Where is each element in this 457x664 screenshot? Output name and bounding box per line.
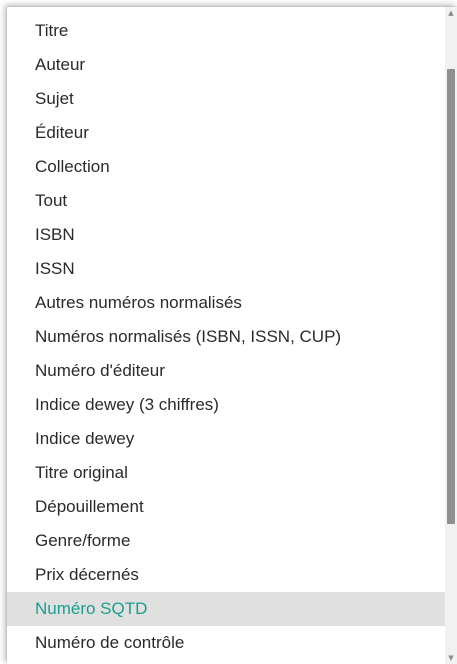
dropdown-option[interactable]: Prix décernés <box>7 558 445 592</box>
scrollbar-thumb[interactable] <box>447 68 455 525</box>
arrow-up-icon[interactable]: ▲ <box>445 7 457 19</box>
dropdown-option[interactable]: Titre <box>7 14 445 48</box>
dropdown-option[interactable]: Indice dewey (3 chiffres) <box>7 388 445 422</box>
dropdown-option[interactable]: Indice dewey <box>7 422 445 456</box>
dropdown-option[interactable]: Éditeur <box>7 116 445 150</box>
dropdown-option[interactable]: Auteur <box>7 48 445 82</box>
dropdown-option[interactable]: Dépouillement <box>7 490 445 524</box>
dropdown-option[interactable]: Collection <box>7 150 445 184</box>
dropdown-option-highlighted[interactable]: Numéro SQTD <box>7 592 445 626</box>
search-field-dropdown: Titre Auteur Sujet Éditeur Collection To… <box>7 7 457 664</box>
dropdown-option[interactable]: ISSN <box>7 252 445 286</box>
dropdown-option[interactable]: Titre original <box>7 456 445 490</box>
dropdown-option[interactable]: ISBN <box>7 218 445 252</box>
arrow-down-icon[interactable]: ▼ <box>445 652 457 664</box>
dropdown-option[interactable]: Genre/forme <box>7 524 445 558</box>
scrollbar-track[interactable] <box>447 19 455 652</box>
dropdown-option[interactable]: Numéro d'éditeur <box>7 354 445 388</box>
dropdown-option-list: Titre Auteur Sujet Éditeur Collection To… <box>7 14 445 660</box>
dropdown-option[interactable]: Autres numéros normalisés <box>7 286 445 320</box>
dropdown-option[interactable]: Tout <box>7 184 445 218</box>
vertical-scrollbar[interactable]: ▲ ▼ <box>445 7 457 664</box>
dropdown-option[interactable]: Numéros normalisés (ISBN, ISSN, CUP) <box>7 320 445 354</box>
dropdown-option[interactable]: Sujet <box>7 82 445 116</box>
dropdown-option[interactable]: Numéro de contrôle <box>7 626 445 660</box>
